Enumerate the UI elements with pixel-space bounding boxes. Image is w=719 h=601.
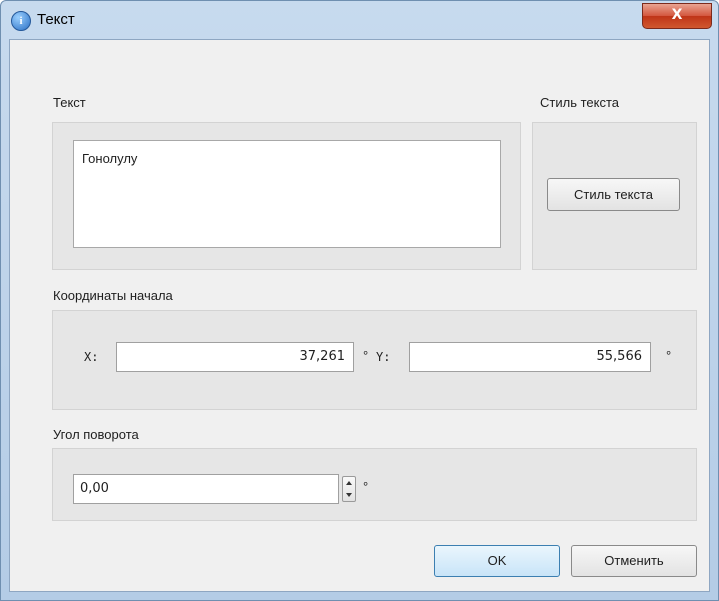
rotation-angle-input[interactable]: 0,00 — [73, 474, 339, 504]
text-style-label: Стиль текста — [540, 95, 619, 110]
coords-label: Координаты начала — [53, 288, 173, 303]
rotation-groupbox: 0,00 ° — [52, 448, 697, 521]
text-groupbox: Гонолулу — [52, 122, 521, 270]
arrow-up-icon — [346, 481, 352, 485]
rotation-degree-symbol: ° — [363, 479, 369, 494]
rotation-spinner[interactable] — [342, 476, 356, 502]
window-title: Текст — [37, 11, 75, 28]
rotation-label: Угол поворота — [53, 427, 139, 442]
y-coordinate-field[interactable]: 55,566 — [409, 342, 651, 372]
x-label: X: — [84, 350, 99, 364]
coords-groupbox: X: 37,261 ° Y: 55,566 ° — [52, 310, 697, 410]
x-coordinate-field[interactable]: 37,261 — [116, 342, 354, 372]
spin-up-button[interactable] — [343, 477, 355, 489]
text-input[interactable]: Гонолулу — [73, 140, 501, 248]
y-label: Y: — [376, 350, 391, 364]
dialog-client-area: Текст Гонолулу Стиль текста Стиль текста… — [9, 39, 710, 592]
text-style-button[interactable]: Стиль текста — [547, 178, 680, 211]
ok-button[interactable]: OK — [434, 545, 560, 577]
cancel-button[interactable]: Отменить — [571, 545, 697, 577]
text-label: Текст — [53, 95, 86, 110]
dialog-window: i Текст X Текст Гонолулу Стиль текста Ст… — [0, 0, 719, 601]
close-icon: X — [671, 7, 683, 23]
arrow-down-icon — [346, 493, 352, 497]
text-style-groupbox: Стиль текста — [532, 122, 697, 270]
close-button[interactable]: X — [642, 3, 712, 29]
spin-down-button[interactable] — [343, 489, 355, 501]
y-degree-symbol: ° — [666, 348, 672, 363]
info-icon: i — [11, 11, 31, 31]
x-degree-symbol: ° — [363, 348, 369, 363]
title-bar[interactable]: i Текст X — [1, 1, 718, 39]
